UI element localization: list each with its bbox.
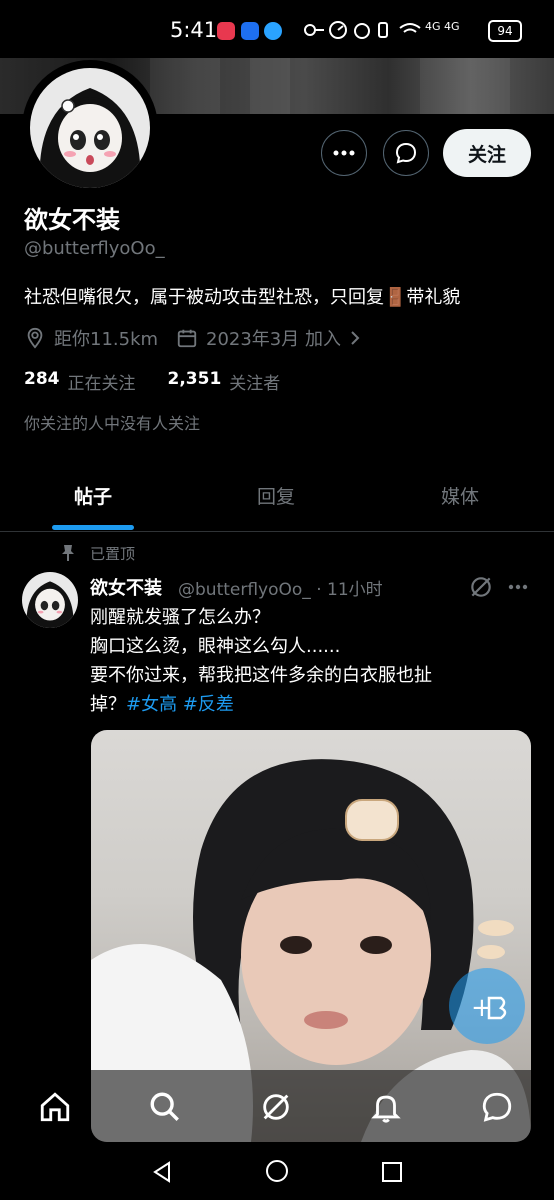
avatar-illustration <box>39 88 141 188</box>
messages-icon[interactable] <box>480 1090 514 1124</box>
post-avatar-illustration <box>26 581 74 628</box>
profile-avatar[interactable] <box>22 60 158 196</box>
tab-divider <box>0 531 554 532</box>
browser-app-icon <box>264 22 282 40</box>
post-author-avatar[interactable] <box>22 572 78 628</box>
home-circle-icon[interactable] <box>264 1158 290 1184</box>
post-handle-time[interactable]: @butterflyoOo_ · 11小时 <box>178 575 383 600</box>
pinned-label: 已置顶 <box>90 545 136 563</box>
status-time: 5:41 <box>170 18 218 42</box>
active-tab-indicator <box>52 525 134 530</box>
display-name: 欲女不装 <box>24 206 120 234</box>
post-author-name[interactable]: 欲女不装 <box>90 574 162 600</box>
tab-posts[interactable]: 帖子 <box>74 482 112 509</box>
followers-label[interactable]: 关注者 <box>229 369 280 394</box>
status-icons <box>304 21 421 39</box>
location-icon <box>27 327 43 349</box>
calendar-icon <box>177 329 197 348</box>
post-line-3: 要不你过来，帮我把这件多余的白衣服也扯 <box>90 665 432 686</box>
bio-end: 带礼貌 <box>406 287 461 308</box>
following-label[interactable]: 正在关注 <box>68 369 136 394</box>
post-line-4: 掉？#女高 #反差 <box>90 690 530 719</box>
pin-icon <box>62 545 74 561</box>
follow-button[interactable]: 关注 <box>443 129 531 177</box>
compose-icon: + <box>471 993 507 1023</box>
profile-bio: 社恐但嘴很欠，属于被动攻击型社恐，只回复🚪带礼貌 <box>24 283 460 309</box>
message-button[interactable] <box>383 130 429 176</box>
search-icon[interactable] <box>148 1090 182 1124</box>
post-text: 刚醒就发骚了怎么办？ 胸口这么烫，眼神这么勾人...... 要不你过来，帮我把这… <box>90 603 530 719</box>
post-more-icon[interactable] <box>508 584 528 590</box>
joined-meta[interactable]: 2023年3月 加入 <box>176 325 363 351</box>
hashtag-2[interactable]: #反差 <box>183 694 234 715</box>
post-line-4-prefix: 掉？ <box>90 694 126 715</box>
chevron-right-icon <box>351 331 360 345</box>
post-line-1: 刚醒就发骚了怎么办？ <box>90 607 270 628</box>
mutual-followers-note: 你关注的人中没有人关注 <box>24 414 201 433</box>
post-line-2: 胸口这么烫，眼神这么勾人...... <box>90 636 341 657</box>
user-handle: @butterflyoOo_ <box>24 238 165 259</box>
app-notification-icon <box>217 22 235 40</box>
notifications-icon[interactable] <box>369 1090 403 1124</box>
more-options-button[interactable] <box>321 130 367 176</box>
location-text: 距你11.5km <box>54 329 159 350</box>
bio-text: 社恐但嘴很欠，属于被动攻击型社恐，只回复 <box>24 287 384 308</box>
back-icon[interactable] <box>150 1160 174 1184</box>
door-emoji: 🚪 <box>384 287 407 308</box>
hashtag-1[interactable]: #女高 <box>126 694 177 715</box>
tab-replies[interactable]: 回复 <box>257 482 295 509</box>
recents-icon[interactable] <box>380 1160 404 1184</box>
more-icon <box>333 150 355 156</box>
followers-count[interactable]: 2,351 <box>168 369 222 394</box>
home-icon[interactable] <box>38 1090 72 1124</box>
message-icon <box>395 142 417 164</box>
grok-icon[interactable] <box>468 574 494 600</box>
following-count[interactable]: 284 <box>24 369 60 394</box>
grok-nav-icon[interactable] <box>259 1090 293 1124</box>
signal-indicator: 4G 4G <box>425 20 460 33</box>
compose-post-button[interactable]: + <box>449 968 525 1044</box>
joined-text: 2023年3月 加入 <box>206 329 341 350</box>
tab-media[interactable]: 媒体 <box>441 482 479 509</box>
battery-indicator: 94 <box>488 20 522 42</box>
shield-app-icon <box>241 22 259 40</box>
location-meta: 距你11.5km <box>24 325 158 351</box>
follow-stats: 284 正在关注 2,351 关注者 <box>24 369 280 394</box>
